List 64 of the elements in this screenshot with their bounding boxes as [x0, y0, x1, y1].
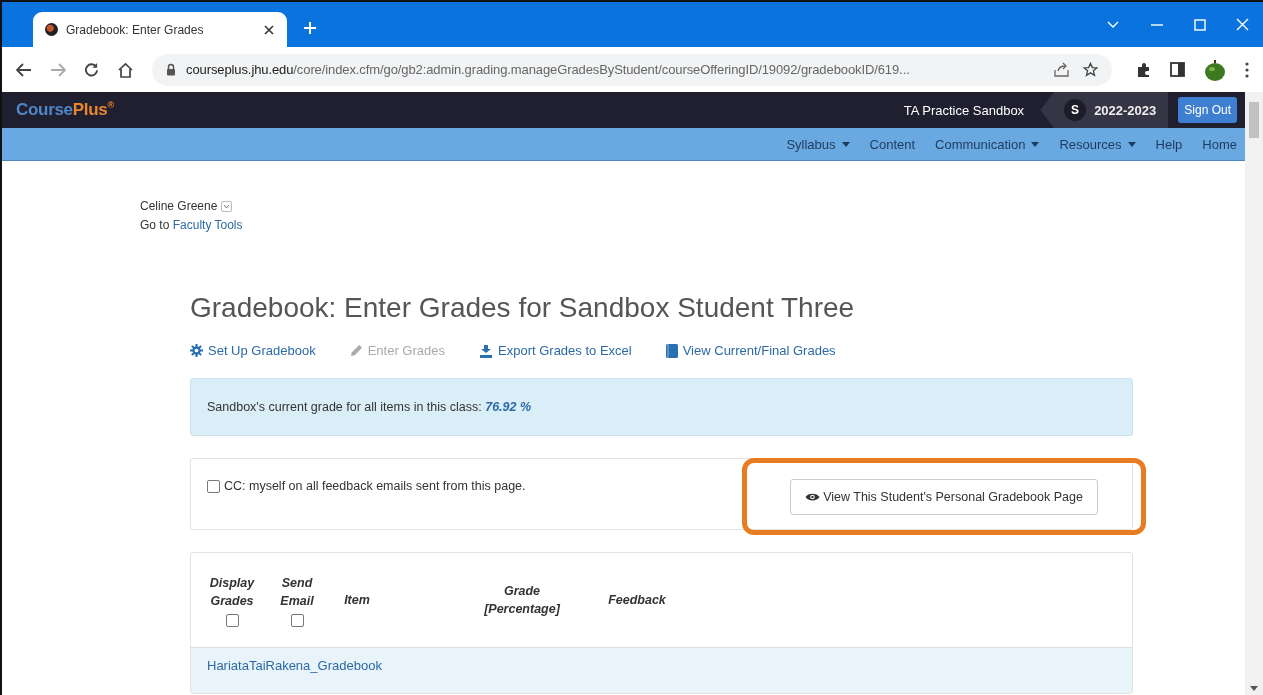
reload-icon[interactable] [84, 62, 99, 77]
term-selector[interactable]: S 2022-2023 [1040, 92, 1169, 128]
action-link[interactable]: Export Grades to Excel [479, 343, 632, 358]
menu-icon[interactable] [1245, 61, 1249, 78]
export-icon [479, 343, 493, 358]
term-label: 2022-2023 [1094, 102, 1157, 118]
back-arrow-icon[interactable] [16, 62, 32, 77]
column-header: Display Grades [208, 574, 256, 610]
column-header: Send Email [279, 574, 315, 610]
page-title: Gradebook: Enter Grades for Sandbox Student Three [190, 292, 856, 324]
caret-icon [841, 141, 850, 147]
tab-title: Gradebook: Enter Grades [66, 22, 205, 37]
chevron-down-icon [223, 203, 231, 209]
sign-out-button[interactable]: Sign Out [1178, 97, 1237, 123]
action-link[interactable]: Set Up Gradebook [190, 343, 316, 358]
chevron-down-icon[interactable] [1106, 19, 1120, 30]
site-name: TA Practice Sandbox [903, 102, 1025, 118]
faculty-tools-link[interactable]: Faculty Tools [172, 218, 243, 232]
nav-item[interactable]: Home [1202, 136, 1237, 152]
minimize-icon[interactable] [1150, 22, 1164, 27]
gradebook-group-link[interactable]: HariataTaiRakena_Gradebook [207, 658, 382, 673]
caret-icon [1127, 141, 1136, 147]
user-avatar: S [1064, 99, 1087, 121]
cc-label: CC: myself on all feedback emails sent from this page. [224, 479, 526, 493]
lock-icon [166, 63, 176, 76]
view-gradebook-button[interactable]: View This Student's Personal Gradebook Page [790, 478, 1098, 515]
cc-checkbox[interactable] [207, 479, 220, 493]
site-favicon-icon [45, 23, 58, 36]
pencil-icon [349, 344, 363, 357]
gear-icon [190, 344, 203, 357]
address-field[interactable]: courseplus.jhu.edu/core/index.cfm/go/gb2:admin.grading.manageGradesByStudent/courseOfferingID/19092/gradebookID/619... [152, 53, 1112, 86]
goto-label: Go to [140, 218, 170, 232]
column-checkbox[interactable] [290, 613, 304, 627]
share-icon[interactable] [1054, 62, 1069, 77]
user-menu-button[interactable] [221, 200, 233, 212]
nav-item[interactable]: Resources [1059, 136, 1136, 152]
maximize-icon[interactable] [1194, 18, 1206, 31]
puzzle-piece-icon[interactable] [1136, 61, 1152, 78]
nav-item[interactable]: Content [869, 136, 916, 152]
apple-avatar-icon[interactable] [1203, 57, 1227, 82]
scroll-thumb[interactable] [1249, 102, 1259, 138]
nav-item[interactable]: Syllabus [786, 136, 850, 152]
book-icon [665, 343, 678, 358]
browser-tab[interactable]: Gradebook: Enter Grades [33, 12, 287, 47]
user-name: Celine Greene [140, 199, 218, 213]
close-icon[interactable] [263, 23, 275, 36]
new-tab-icon[interactable] [303, 21, 317, 35]
action-link[interactable]: View Current/Final Grades [665, 343, 836, 358]
home-icon[interactable] [117, 61, 134, 78]
url-text: courseplus.jhu.edu/core/index.cfm/go/gb2:admin.grading.manageGradesByStudent/courseOfferingID/19092/gradebookID/619... [186, 62, 911, 77]
nav-item[interactable]: Communication [935, 136, 1040, 152]
nav-item[interactable]: Help [1155, 136, 1183, 152]
site-logo[interactable]: CoursePlus$^{®}$ [16, 100, 114, 120]
grade-text: Sandbox's current grade for all items in this class: 76.92 % [207, 400, 532, 414]
scrollbar[interactable] [1245, 92, 1263, 695]
scroll-down-icon[interactable] [1250, 686, 1258, 691]
eye-icon [805, 491, 821, 502]
side-panel-icon[interactable] [1170, 62, 1185, 77]
column-checkbox[interactable] [225, 613, 239, 627]
caret-icon [1031, 141, 1040, 147]
star-icon[interactable] [1083, 62, 1098, 77]
column-header: Item [344, 593, 370, 607]
column-header: Feedback [608, 593, 666, 607]
column-header: Grade [Percentage] [483, 583, 561, 618]
